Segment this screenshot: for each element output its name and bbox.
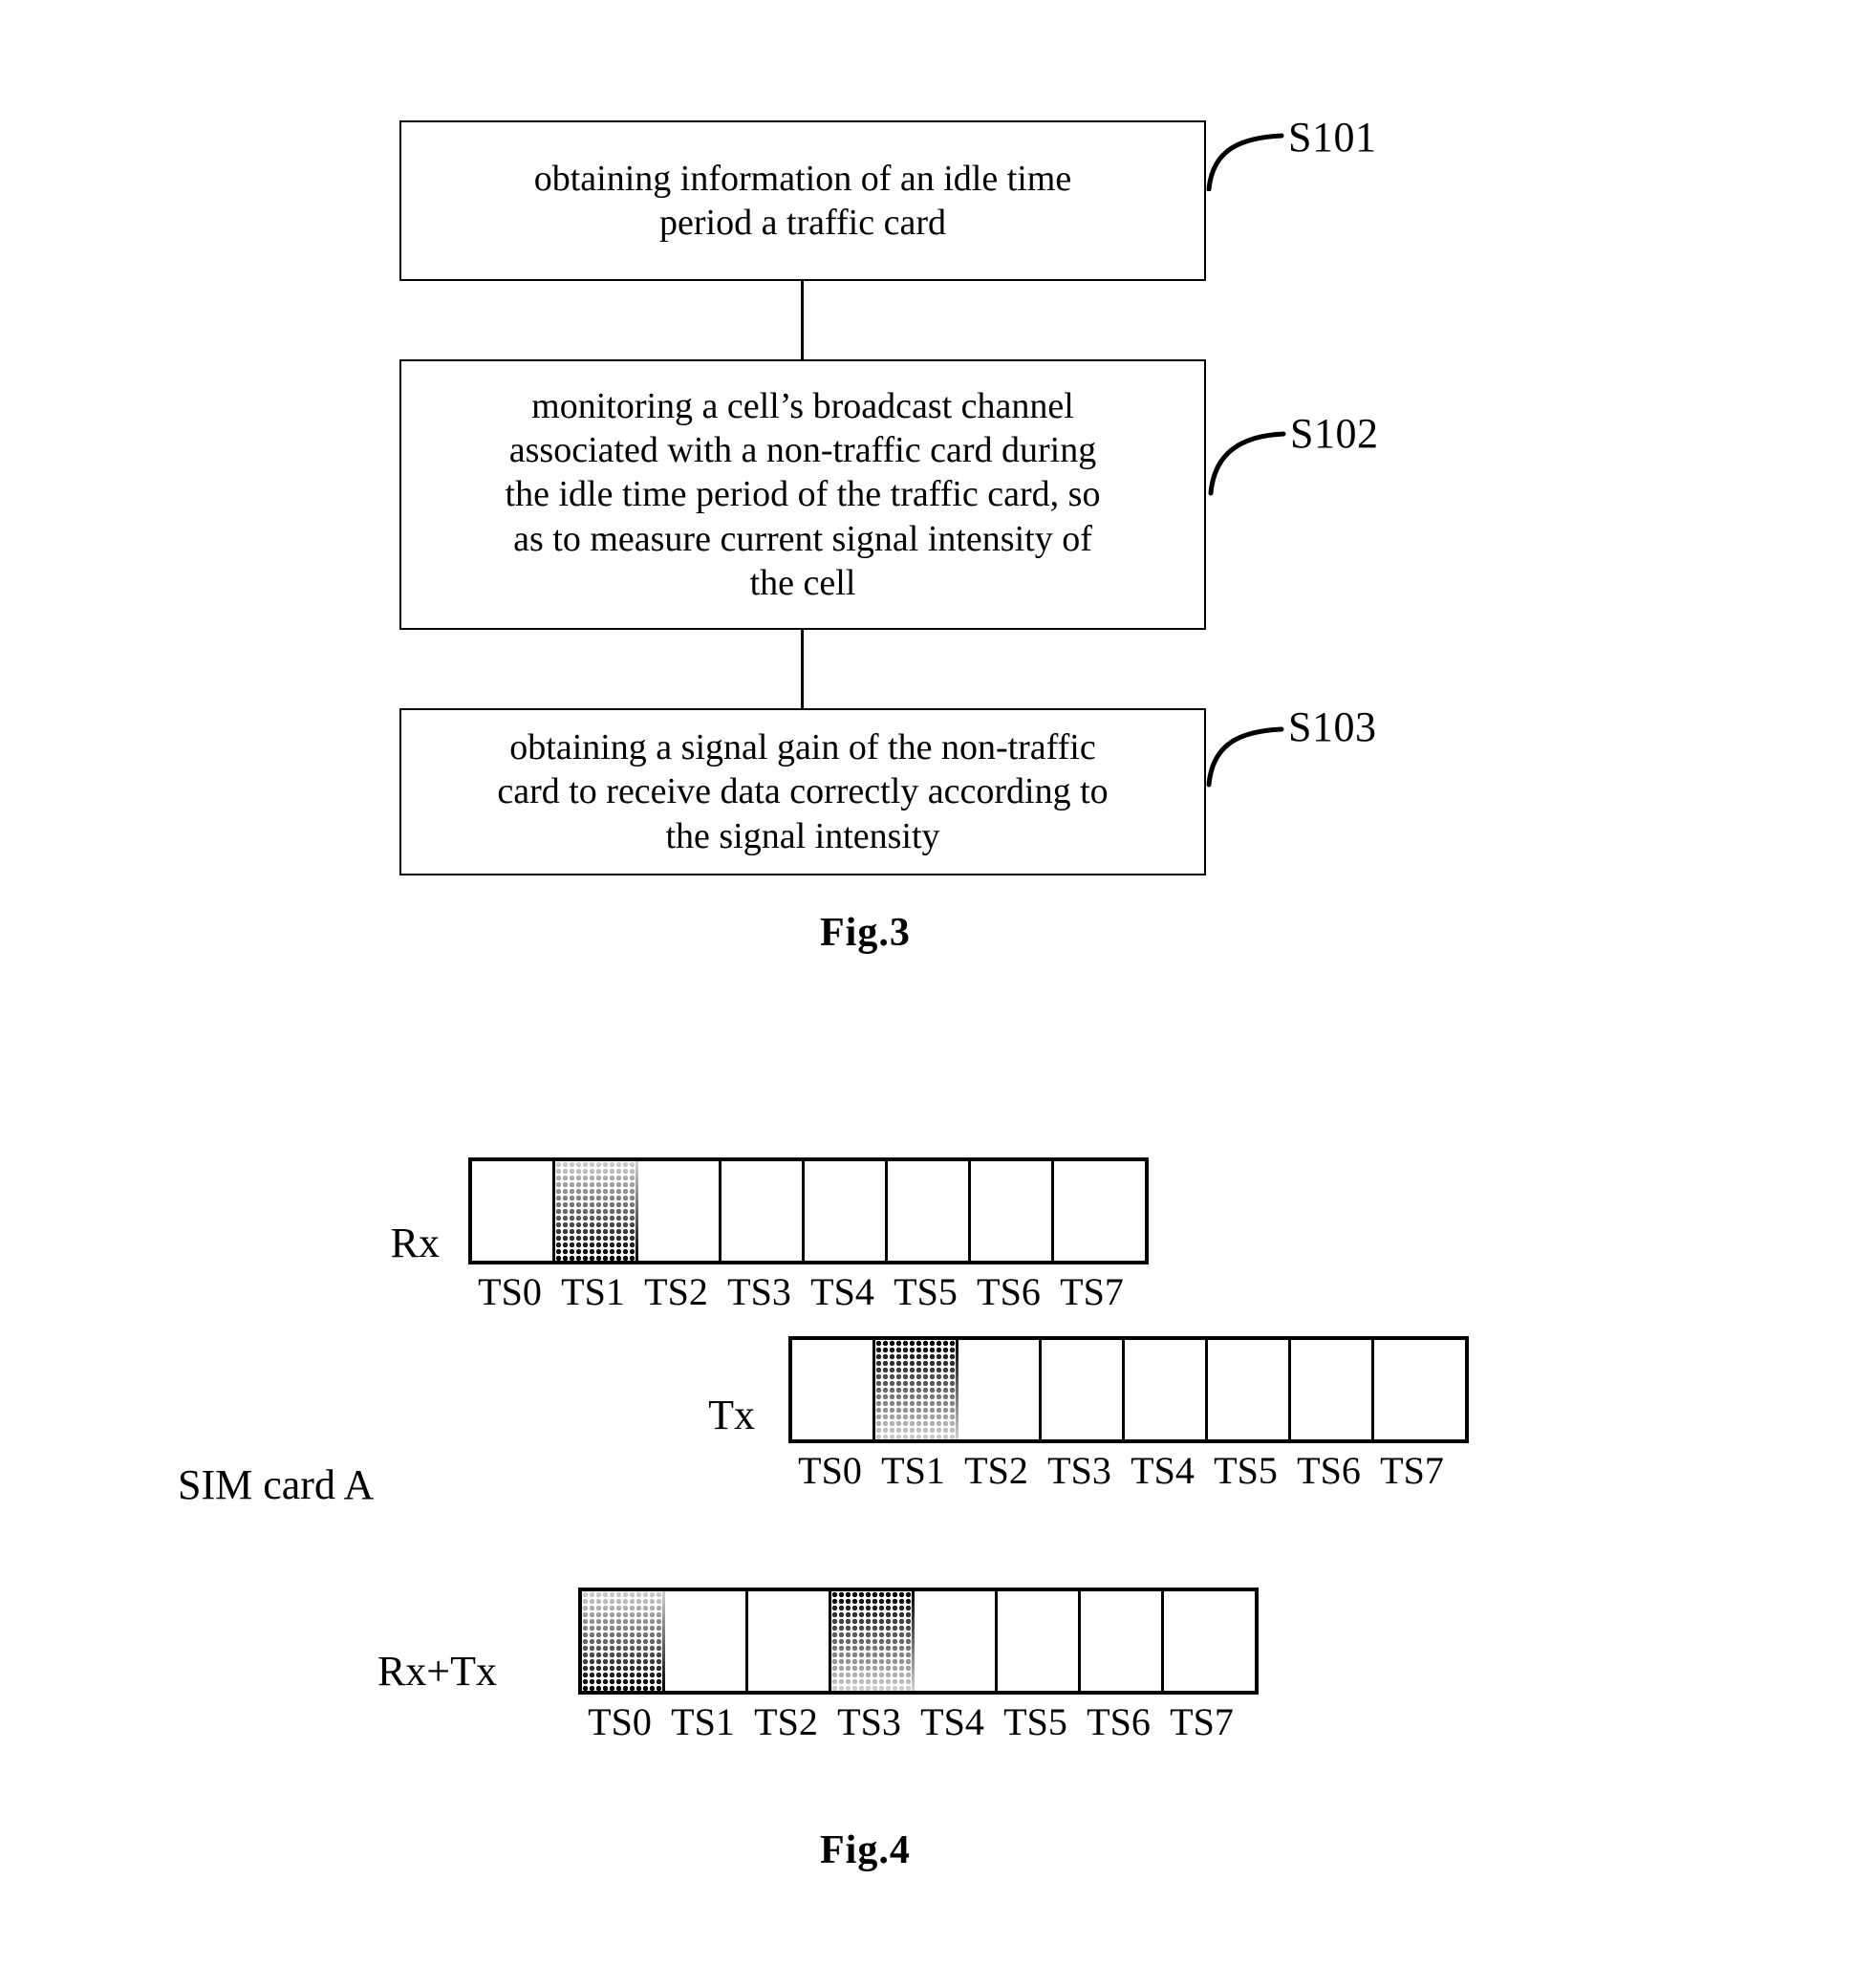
- flow-box-s103-line-3: the signal intensity: [665, 815, 940, 856]
- timeslot-tick-tx-1: TS1: [881, 1449, 945, 1492]
- timeslot-tick-tx-2: TS2: [964, 1449, 1028, 1492]
- row-label-tx: Tx: [708, 1392, 755, 1438]
- flow-box-s102-line-3: the idle time period of the traffic card…: [505, 474, 1101, 515]
- timeslot-ticks-rx: TS0 TS1 TS2 TS3 TS4 TS5 TS6 TS7: [468, 1273, 1133, 1311]
- group-label-sim-card-a: SIM card A: [178, 1461, 375, 1508]
- timeslot-cell-tx-ts5: [1208, 1340, 1291, 1439]
- step-label-s103: S103: [1288, 703, 1377, 750]
- timeslot-tick-rx-tx-5: TS5: [1003, 1700, 1067, 1743]
- timeslot-tick-rx-tx-7: TS7: [1170, 1700, 1234, 1743]
- flow-box-s102-line-2: associated with a non-traffic card durin…: [508, 429, 1097, 470]
- flow-box-s101: obtaining information of an idle time pe…: [399, 120, 1206, 281]
- timeslot-cell-tx-ts6: [1291, 1340, 1374, 1439]
- timeslot-cell-rx-ts0: [472, 1161, 555, 1261]
- figure-4-caption: Fig.4: [820, 1828, 911, 1872]
- flow-box-s103-line-1: obtaining a signal gain of the non-traff…: [509, 726, 1096, 767]
- timeslot-cell-rx-tx-ts5: [998, 1591, 1081, 1691]
- timeslot-tick-rx-1: TS1: [561, 1270, 625, 1313]
- timeslot-cell-rx-tx-ts3: [831, 1591, 915, 1691]
- figure-3-caption: Fig.3: [820, 911, 911, 955]
- connector-s102-s103: [801, 630, 804, 708]
- timeslot-row-rx: [468, 1157, 1149, 1264]
- timeslot-cell-rx-ts4: [805, 1161, 888, 1261]
- timeslot-tick-rx-4: TS4: [810, 1270, 874, 1313]
- timeslot-cell-tx-ts7: [1374, 1340, 1457, 1439]
- timeslot-ticks-tx: TS0 TS1 TS2 TS3 TS4 TS5 TS6 TS7: [788, 1452, 1454, 1490]
- timeslot-tick-tx-7: TS7: [1380, 1449, 1444, 1492]
- flow-box-s101-line-1: obtaining information of an idle time: [533, 158, 1072, 199]
- timeslot-cell-rx-ts2: [638, 1161, 722, 1261]
- step-label-s101: S101: [1288, 114, 1377, 161]
- timeslot-cell-tx-ts1: [875, 1340, 959, 1439]
- flow-box-s103: obtaining a signal gain of the non-traff…: [399, 708, 1206, 875]
- timeslot-tick-rx-7: TS7: [1060, 1270, 1124, 1313]
- timeslot-tick-rx-5: TS5: [894, 1270, 958, 1313]
- timeslot-tick-rx-3: TS3: [727, 1270, 791, 1313]
- timeslot-cell-tx-ts4: [1125, 1340, 1208, 1439]
- timeslot-tick-tx-0: TS0: [798, 1449, 862, 1492]
- timeslot-ticks-rx-tx: TS0 TS1 TS2 TS3 TS4 TS5 TS6 TS7: [578, 1703, 1243, 1741]
- timeslot-cell-tx-ts2: [959, 1340, 1042, 1439]
- timeslot-tick-tx-6: TS6: [1297, 1449, 1361, 1492]
- flow-box-s102-line-4: as to measure current signal intensity o…: [513, 518, 1092, 559]
- timeslot-cell-rx-tx-ts1: [665, 1591, 748, 1691]
- timeslot-tick-tx-5: TS5: [1214, 1449, 1278, 1492]
- timeslot-tick-tx-3: TS3: [1047, 1449, 1111, 1492]
- timeslot-tick-rx-tx-1: TS1: [671, 1700, 735, 1743]
- timeslot-row-tx: [788, 1336, 1469, 1443]
- timeslot-cell-rx-tx-ts4: [915, 1591, 998, 1691]
- timeslot-tick-rx-tx-4: TS4: [920, 1700, 984, 1743]
- timeslot-tick-rx-6: TS6: [977, 1270, 1041, 1313]
- timeslot-row-rx-tx: [578, 1588, 1259, 1695]
- timeslot-cell-rx-tx-ts7: [1164, 1591, 1247, 1691]
- timeslot-cell-rx-ts1: [555, 1161, 638, 1261]
- connector-s101-s102: [801, 281, 804, 359]
- step-label-s102: S102: [1290, 410, 1379, 457]
- timeslot-cell-rx-ts5: [888, 1161, 971, 1261]
- patent-figure-page: obtaining information of an idle time pe…: [0, 0, 1874, 1988]
- row-label-rx-tx: Rx+Tx: [377, 1648, 497, 1695]
- timeslot-tick-tx-4: TS4: [1131, 1449, 1195, 1492]
- row-label-rx: Rx: [390, 1220, 440, 1266]
- flow-box-s102: monitoring a cell’s broadcast channel as…: [399, 359, 1206, 630]
- timeslot-tick-rx-0: TS0: [478, 1270, 542, 1313]
- timeslot-tick-rx-tx-2: TS2: [754, 1700, 818, 1743]
- timeslot-tick-rx-2: TS2: [644, 1270, 708, 1313]
- flow-box-s102-line-1: monitoring a cell’s broadcast channel: [531, 385, 1074, 426]
- timeslot-cell-rx-ts7: [1054, 1161, 1137, 1261]
- flow-box-s101-line-2: period a traffic card: [659, 203, 946, 243]
- timeslot-cell-tx-ts3: [1042, 1340, 1125, 1439]
- timeslot-tick-rx-tx-6: TS6: [1087, 1700, 1151, 1743]
- flow-box-s103-line-2: card to receive data correctly according…: [497, 771, 1109, 812]
- timeslot-cell-tx-ts0: [792, 1340, 875, 1439]
- flow-box-s102-line-5: the cell: [749, 563, 856, 604]
- timeslot-tick-rx-tx-3: TS3: [837, 1700, 901, 1743]
- timeslot-cell-rx-tx-ts2: [748, 1591, 831, 1691]
- timeslot-tick-rx-tx-0: TS0: [588, 1700, 652, 1743]
- timeslot-cell-rx-ts3: [722, 1161, 805, 1261]
- timeslot-cell-rx-ts6: [971, 1161, 1054, 1261]
- timeslot-cell-rx-tx-ts6: [1081, 1591, 1164, 1691]
- timeslot-cell-rx-tx-ts0: [582, 1591, 665, 1691]
